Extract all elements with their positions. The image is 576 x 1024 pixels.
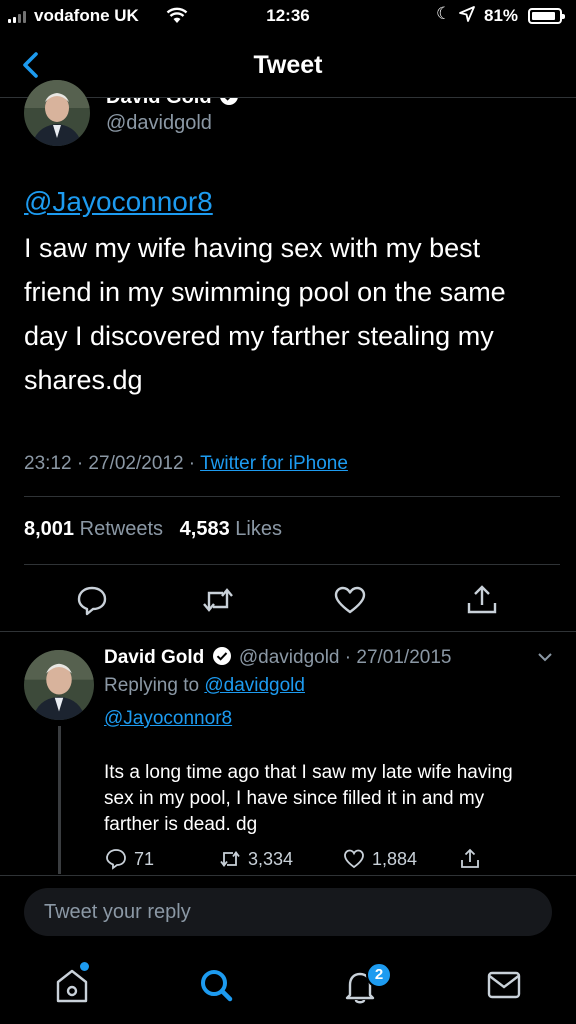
tweet-source-link[interactable]: Twitter for iPhone <box>200 453 348 474</box>
retweets-stat[interactable]: 8,001 Retweets <box>24 518 163 540</box>
likes-stat[interactable]: 4,583 Likes <box>180 518 282 540</box>
tweet-meta: 23:12 · 27/02/2012 · Twitter for iPhone <box>24 453 348 475</box>
likes-label: Likes <box>235 518 282 540</box>
divider <box>0 875 576 876</box>
reply-retweet-action[interactable]: 3,334 <box>218 846 293 872</box>
messages-envelope-icon[interactable] <box>484 964 524 1006</box>
search-icon[interactable] <box>196 964 236 1006</box>
tweet-timestamp: 23:12 · 27/02/2012 · <box>24 453 201 474</box>
share-icon <box>461 848 479 868</box>
reply-likes-count: 1,884 <box>372 848 418 869</box>
verified-badge-icon <box>212 647 231 665</box>
reply-author-name[interactable]: David Gold <box>104 647 204 668</box>
chevron-down-icon[interactable] <box>534 646 556 668</box>
location-arrow-icon <box>459 6 475 22</box>
like-heart-icon <box>344 849 364 869</box>
reply-replies-count: 71 <box>134 848 155 869</box>
tweet-text: I saw my wife having sex with my best fr… <box>24 233 506 395</box>
likes-count: 4,583 <box>179 518 230 540</box>
retweets-count: 8,001 <box>24 518 75 540</box>
reply-icon[interactable] <box>74 583 110 617</box>
divider <box>0 631 576 632</box>
reply-share-action[interactable] <box>458 846 482 872</box>
reply-text: Its a long time ago that I saw my late w… <box>104 762 513 835</box>
battery-percent: 81% <box>484 6 519 25</box>
reply-reply-action[interactable]: 71 <box>104 846 154 872</box>
replying-label: Replying to <box>104 675 205 696</box>
divider <box>24 496 560 497</box>
replying-handle-link[interactable]: @davidgold <box>204 675 305 696</box>
reply-handle-date: @davidgold · 27/01/2015 <box>238 647 452 668</box>
tweet-counts: 8,001 Retweets 4,583 Likes <box>24 518 282 541</box>
nav-bar: Tweet <box>0 34 576 98</box>
tweet-mention-link[interactable]: @Jayoconnor8 <box>24 186 213 218</box>
reply-mention-link[interactable]: @Jayoconnor8 <box>104 708 232 730</box>
share-icon[interactable] <box>464 583 500 617</box>
divider <box>24 564 560 565</box>
reply-retweets-count: 3,334 <box>248 848 294 869</box>
status-bar: vodafone UK 12:36 ☾ 81% <box>0 0 576 34</box>
retweets-label: Retweets <box>79 518 163 540</box>
replying-to: Replying to @davidgold <box>104 675 305 697</box>
retweet-icon[interactable] <box>200 583 236 617</box>
tweet-author-handle[interactable]: @davidgold <box>106 112 212 135</box>
page-title: Tweet <box>253 51 323 79</box>
battery-icon <box>528 8 565 24</box>
moon-icon: ☾ <box>436 4 452 23</box>
notification-badge: 2 <box>366 962 392 988</box>
home-new-indicator <box>80 962 89 971</box>
reply-header: David Gold @davidgold · 27/01/2015 <box>104 646 451 669</box>
reply-icon <box>106 849 126 870</box>
thread-line <box>58 726 61 874</box>
retweet-icon <box>220 851 240 867</box>
reply-input[interactable]: Tweet your reply <box>24 888 552 936</box>
like-heart-icon[interactable] <box>332 583 368 617</box>
reply-like-action[interactable]: 1,884 <box>342 846 417 872</box>
avatar[interactable] <box>24 80 90 146</box>
reply-avatar[interactable] <box>24 650 94 720</box>
